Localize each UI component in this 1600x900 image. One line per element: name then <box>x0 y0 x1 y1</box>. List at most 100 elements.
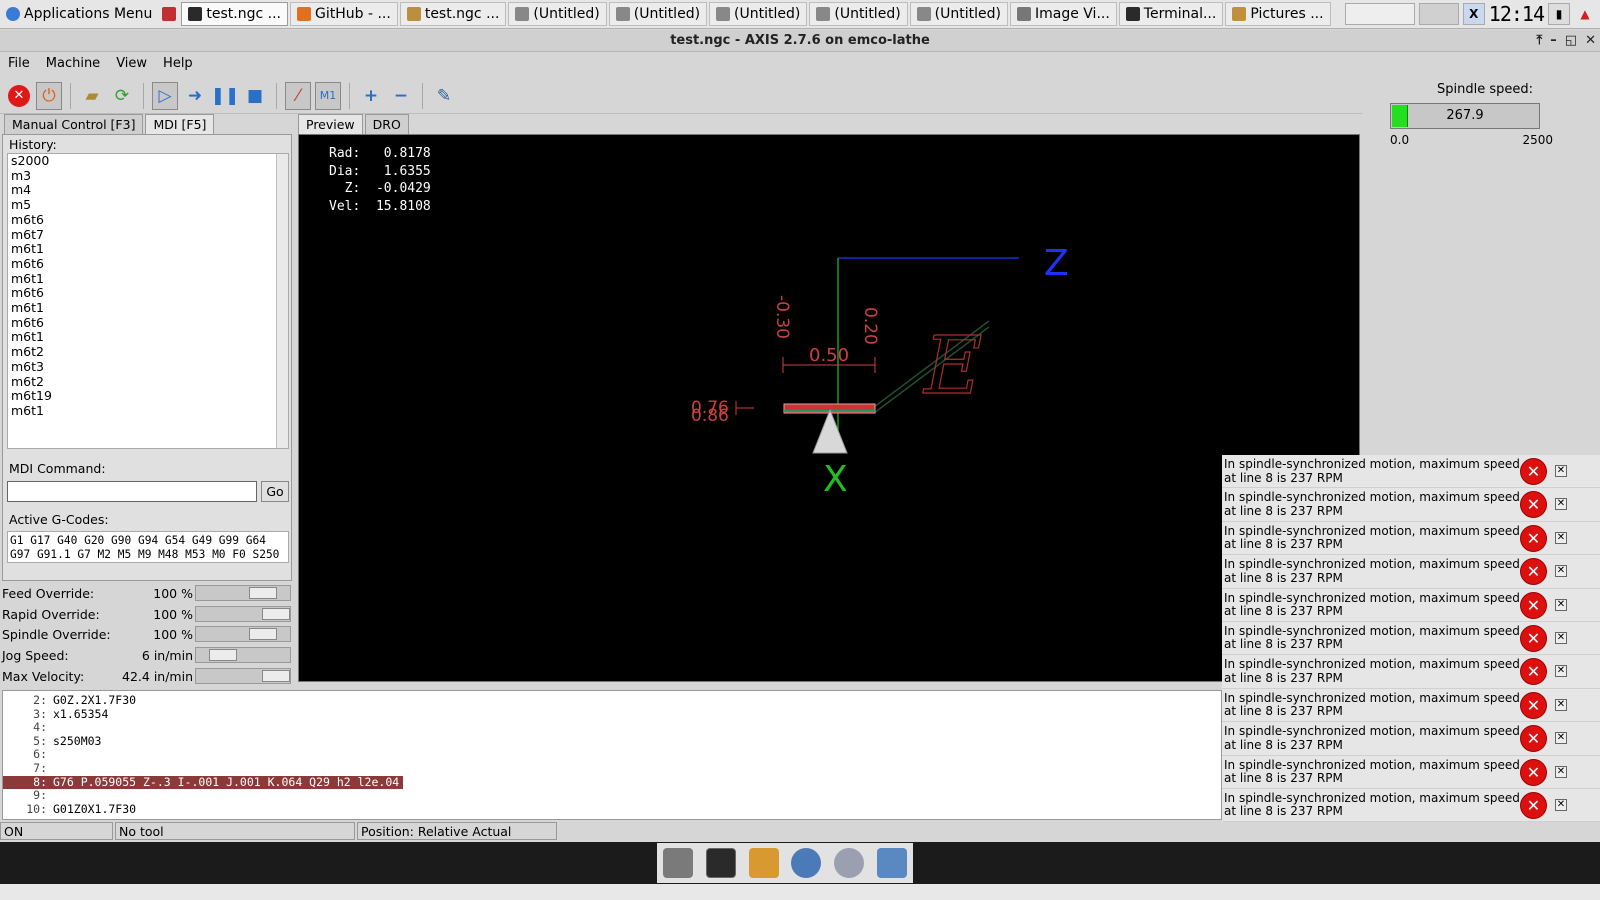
history-item[interactable]: m6t1 <box>8 242 288 257</box>
dismiss-notification-button[interactable]: ✕ <box>1555 765 1567 778</box>
override-slider[interactable] <box>195 647 291 664</box>
history-item[interactable]: m6t6 <box>8 315 288 331</box>
code-line[interactable]: 10: G01Z0X1.7F30 <box>3 802 403 817</box>
slider-handle[interactable] <box>249 587 277 599</box>
desktop-icon[interactable] <box>663 848 694 878</box>
x-app-icon[interactable]: X <box>1462 3 1485 25</box>
slider-handle[interactable] <box>249 628 277 641</box>
taskbar-task[interactable]: test.ngc ... <box>181 2 288 26</box>
zoom-out-button[interactable]: − <box>388 82 414 110</box>
run-button[interactable]: ▷ <box>152 81 178 110</box>
taskbar-task[interactable]: test.ngc ... <box>399 2 507 26</box>
history-item[interactable]: m6t1 <box>8 403 288 419</box>
mdi-command-input[interactable] <box>7 481 257 502</box>
taskbar-task[interactable]: Image Vi... <box>1009 2 1117 26</box>
dismiss-notification-button[interactable]: ✕ <box>1555 531 1567 544</box>
history-item[interactable]: m6t2 <box>8 344 288 360</box>
taskbar-task[interactable]: GitHub - ... <box>290 2 398 26</box>
code-line[interactable]: 6: <box>3 748 403 762</box>
history-item[interactable]: m6t19 <box>8 389 288 404</box>
history-item[interactable]: m6t6 <box>8 256 288 272</box>
tab-mdi[interactable]: MDI [F5] <box>145 114 215 134</box>
network-icon[interactable]: ▮ <box>1548 3 1570 25</box>
dismiss-notification-button[interactable]: ✕ <box>1555 732 1567 745</box>
history-item[interactable]: m5 <box>8 197 288 213</box>
code-line[interactable]: 5: s250M03 <box>3 734 403 749</box>
open-file-button[interactable]: ▰ <box>79 82 105 110</box>
logout-icon[interactable] <box>162 7 177 21</box>
code-line[interactable]: 7: <box>3 761 403 776</box>
menu-view[interactable]: View <box>108 53 155 75</box>
history-item[interactable]: m6t2 <box>8 374 288 390</box>
override-slider[interactable] <box>195 605 291 622</box>
reload-button[interactable]: ⟳ <box>109 82 135 110</box>
block-delete-button[interactable]: ⁄ <box>285 81 311 110</box>
menu-machine[interactable]: Machine <box>38 53 108 75</box>
gcode-listing[interactable]: 2: G0Z.2X1.7F30 3: x1.65354 4: 5: s250M03 6: 7: 8… <box>2 690 1222 820</box>
taskbar-task[interactable]: (Untitled) <box>508 2 607 26</box>
slider-handle[interactable] <box>262 607 290 620</box>
history-item[interactable]: s2000 <box>8 154 288 169</box>
dismiss-notification-button[interactable]: ✕ <box>1555 665 1567 678</box>
tab-preview[interactable]: Preview <box>298 114 363 134</box>
pause-button[interactable]: ❚❚ <box>211 82 240 110</box>
taskbar-task[interactable]: (Untitled) <box>809 2 908 26</box>
slider-handle[interactable] <box>209 649 237 662</box>
code-line[interactable]: 3: x1.65354 <box>3 707 403 722</box>
workspace-switcher[interactable] <box>1344 3 1415 25</box>
history-item[interactable]: m6t3 <box>8 359 288 375</box>
taskbar-task[interactable]: (Untitled) <box>909 2 1008 26</box>
slider-handle[interactable] <box>262 669 290 682</box>
tab-dro[interactable]: DRO <box>364 114 409 134</box>
override-slider[interactable] <box>195 626 291 643</box>
search-icon[interactable] <box>833 848 864 878</box>
dismiss-notification-button[interactable]: ✕ <box>1555 565 1567 578</box>
dismiss-notification-button[interactable]: ✕ <box>1555 798 1567 811</box>
estop-button[interactable]: ✕ <box>6 82 32 110</box>
go-button[interactable]: Go <box>261 481 289 502</box>
history-item[interactable]: m6t1 <box>8 300 288 316</box>
history-item[interactable]: m4 <box>8 183 288 198</box>
folder-icon[interactable] <box>876 848 907 878</box>
file-manager-icon[interactable] <box>748 848 779 878</box>
override-slider[interactable] <box>195 585 291 601</box>
menu-file[interactable]: File <box>0 53 38 75</box>
applications-menu[interactable]: Applications Menu <box>0 0 158 28</box>
workspace-switcher-2[interactable] <box>1418 3 1459 25</box>
terminal-icon[interactable] <box>705 848 736 878</box>
history-item[interactable]: m6t1 <box>8 330 288 345</box>
dismiss-notification-button[interactable]: ✕ <box>1555 465 1567 477</box>
step-button[interactable]: ➜ <box>182 82 208 110</box>
history-list[interactable]: s2000 m3 m4 m5 m6t6 m6t7 m6t1 m6t6 m6t1 m6t6 m6t1 m… <box>7 153 289 449</box>
code-line[interactable]: 4: <box>3 721 403 735</box>
dismiss-notification-button[interactable]: ✕ <box>1555 498 1567 511</box>
close-window-icon[interactable]: ✕ <box>1585 30 1596 52</box>
history-scrollbar[interactable] <box>276 154 288 448</box>
dismiss-notification-button[interactable]: ✕ <box>1555 631 1567 644</box>
taskbar-task[interactable]: (Untitled) <box>709 2 808 26</box>
zoom-in-button[interactable]: + <box>358 82 384 110</box>
minimize-icon[interactable]: – <box>1550 30 1557 52</box>
machine-power-button[interactable]: ⏻ <box>36 81 62 110</box>
shade-icon[interactable]: ⤒ <box>1537 30 1543 52</box>
clear-plot-button[interactable]: ✎ <box>431 82 457 110</box>
web-browser-icon[interactable] <box>791 848 822 878</box>
taskbar-task[interactable]: (Untitled) <box>608 2 708 26</box>
taskbar-task[interactable]: Terminal... <box>1118 2 1224 26</box>
optional-stop-button[interactable]: M1 <box>315 81 341 110</box>
code-line[interactable]: 2: G0Z.2X1.7F30 <box>3 693 403 708</box>
history-item[interactable]: m6t7 <box>8 227 288 243</box>
stop-button[interactable]: ■ <box>242 82 268 110</box>
override-slider[interactable] <box>195 667 291 684</box>
history-item[interactable]: m6t6 <box>8 212 288 228</box>
tab-manual-control[interactable]: Manual Control [F3] <box>4 114 144 134</box>
maximize-icon[interactable]: ◱ <box>1565 30 1577 52</box>
warning-icon[interactable]: ▲ <box>1574 3 1596 25</box>
code-line-current[interactable]: 8: G76 P.059055 Z-.3 I-.001 J.001 K.064 Q… <box>3 775 403 790</box>
dismiss-notification-button[interactable]: ✕ <box>1555 698 1567 711</box>
taskbar-task[interactable]: Pictures ... <box>1225 2 1331 26</box>
history-item[interactable]: m6t1 <box>8 271 288 287</box>
code-line[interactable]: 9: <box>3 789 403 803</box>
history-item[interactable]: m6t6 <box>8 286 288 301</box>
menu-help[interactable]: Help <box>155 53 201 75</box>
